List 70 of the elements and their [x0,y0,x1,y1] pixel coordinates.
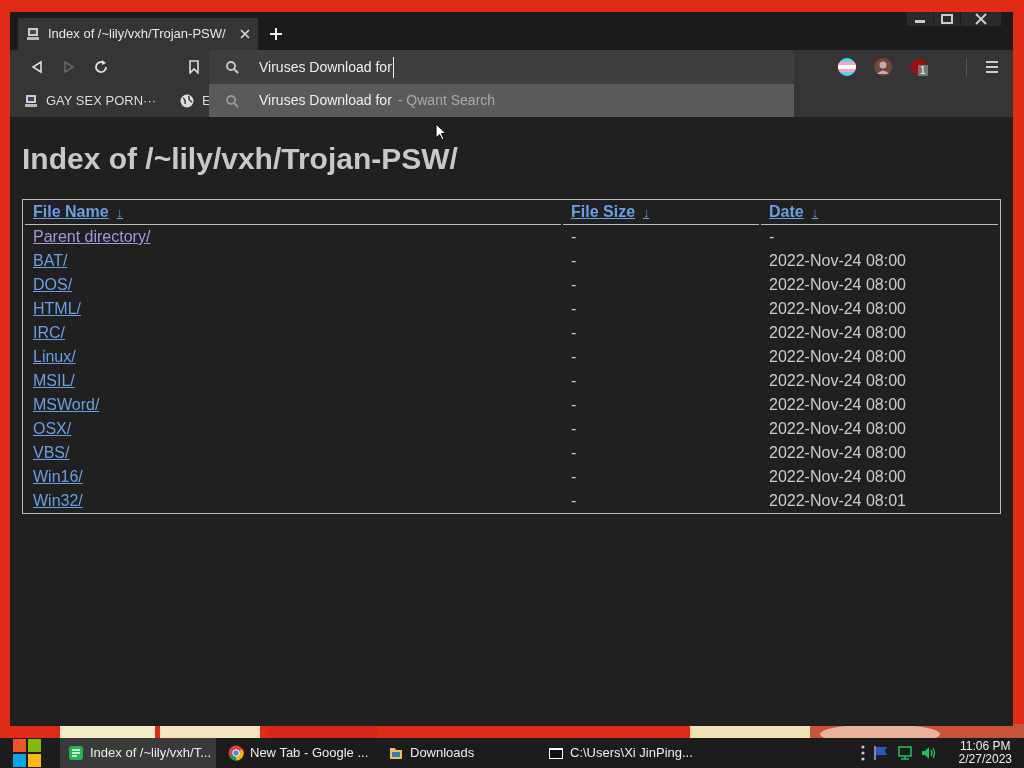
directory-link[interactable]: MSIL/ [33,372,75,389]
network-icon[interactable] [896,745,913,761]
table-cell-text: - [570,371,578,391]
table-cell-text: - [570,323,578,343]
table-cell-text: - [570,443,578,463]
directory-link[interactable]: Win16/ [33,468,83,485]
table-cell-text: 2022-Nov-24 08:00 [768,347,907,367]
clock-time: 11:06 PM [960,740,1011,753]
table-cell-text: - [570,227,578,247]
table-cell-text: - [570,467,578,487]
browser-icon[interactable] [228,745,244,761]
new-tab-icon[interactable] [270,28,282,40]
directory-link[interactable]: VBS/ [33,444,70,461]
start-icon[interactable] [12,738,42,768]
table-cell-text: 2022-Nov-24 08:00 [768,395,907,415]
table-cell-text: - [570,491,578,511]
avatar-icon[interactable] [874,58,892,76]
search-icon[interactable] [225,60,239,74]
table-cell-text: 2022-Nov-24 08:01 [768,491,907,511]
bookmark-link[interactable]: GAY SEX PORN··· [24,90,157,111]
suggestion-text: Viruses Download for - Qwant Search [259,91,496,110]
table-cell-text: - [570,419,578,439]
address-field[interactable]: Viruses Download for [209,50,794,84]
table-cell-text: 2022-Nov-24 08:00 [768,467,907,487]
volume-icon[interactable] [920,745,937,761]
menu-icon[interactable] [985,60,999,74]
table-cell-text: 2022-Nov-24 08:00 [768,419,907,439]
table-cell-text: 2022-Nov-24 08:00 [768,251,907,271]
directory-link[interactable]: MSWord/ [33,396,100,413]
notes-icon[interactable] [68,745,84,761]
suggestion-item[interactable]: Viruses Download for - Qwant Search [209,84,794,117]
table-cell-text: 2022-Nov-24 08:00 [768,323,907,343]
taskbar-button[interactable]: Index of /~lily/vxh/T... [60,738,216,768]
table-cell-text: 2022-Nov-24 08:00 [768,299,907,319]
browser-tab[interactable]: Index of /~lily/vxh/Trojan-PSW/ [18,18,258,50]
directory-link[interactable]: HTML/ [33,300,81,317]
table-cell-text: - [768,227,776,247]
globe-icon[interactable] [180,93,195,108]
back-icon[interactable] [30,60,44,74]
table-cell-text: 2022-Nov-24 08:00 [768,371,907,391]
bookmark-icon[interactable] [188,60,200,74]
cursor-icon[interactable] [435,123,447,141]
directory-link[interactable]: IRC/ [33,324,65,341]
column-header-link[interactable]: Date ↓ [769,203,819,220]
table-cell-text: - [570,251,578,271]
table-cell-text: - [570,347,578,367]
directory-link[interactable]: DOS/ [33,276,73,293]
folder-icon[interactable] [388,745,404,761]
computer-icon[interactable] [24,93,38,108]
page-heading: Index of /~lily/vxh/Trojan-PSW/ [22,141,459,177]
table-cell-text: - [570,395,578,415]
directory-link[interactable]: Parent directory/ [33,228,151,245]
column-header-link[interactable]: File Name ↓ [33,203,124,220]
overflow-icon[interactable] [860,745,865,761]
directory-link[interactable]: BAT/ [33,252,68,269]
clock-date: 2/27/2023 [958,753,1012,766]
console-icon[interactable] [548,745,564,761]
directory-link[interactable]: Win32/ [33,492,83,509]
directory-link[interactable]: OSX/ [33,420,72,437]
directory-link[interactable]: Linux/ [33,348,76,365]
flag-icon[interactable] [838,58,856,76]
computer-icon[interactable] [26,27,40,41]
close-icon[interactable] [240,29,250,39]
table-cell-text: 2022-Nov-24 08:00 [768,275,907,295]
column-header-link[interactable]: File Size ↓ [571,203,650,220]
badge-count: 1 [918,65,928,76]
table-cell-text: - [570,275,578,295]
table-cell-text: 2022-Nov-24 08:00 [768,443,907,463]
table-cell-text: - [570,299,578,319]
reload-icon[interactable] [94,60,108,74]
